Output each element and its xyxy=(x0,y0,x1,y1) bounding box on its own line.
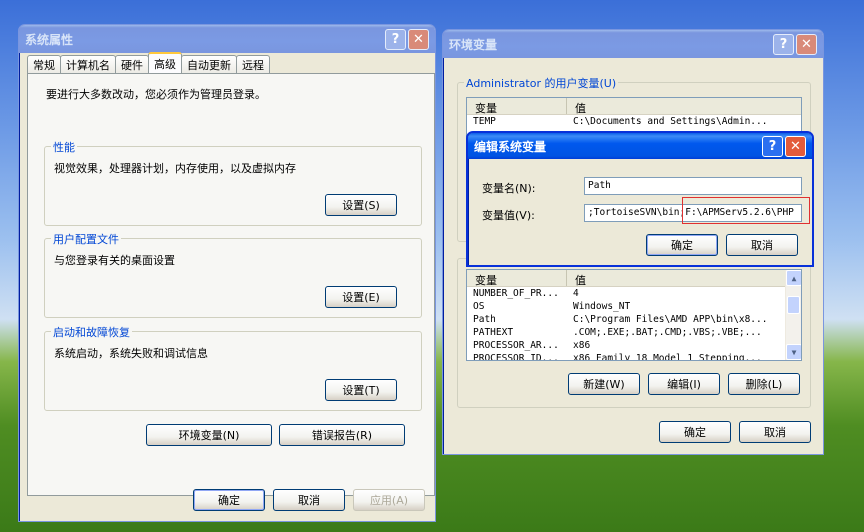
user-variables-label: Administrator 的用户变量(U) xyxy=(464,75,619,91)
variable-value: .COM;.EXE;.BAT;.CMD;.VBS;.VBE;... xyxy=(573,327,762,338)
user-profile-label: 用户配置文件 xyxy=(51,231,121,247)
column-variable[interactable]: 变量 xyxy=(467,98,567,115)
list-item[interactable]: Path C:\Program Files\AMD APP\bin\x8... xyxy=(467,313,801,326)
variable-name: NUMBER_OF_PR... xyxy=(473,288,559,299)
performance-label: 性能 xyxy=(51,139,77,155)
tab-general[interactable]: 常规 xyxy=(27,55,61,73)
system-properties-titlebar[interactable]: 系统属性 ? ✕ xyxy=(19,25,435,53)
list-item[interactable]: PATHEXT .COM;.EXE;.BAT;.CMD;.VBS;.VBE;... xyxy=(467,326,801,339)
user-profile-group: 用户配置文件 与您登录有关的桌面设置 设置(E) xyxy=(44,231,422,318)
ok-button[interactable]: 确定 xyxy=(646,234,718,256)
edit-dialog-titlebar[interactable]: 编辑系统变量 ? ✕ xyxy=(468,133,812,159)
help-button[interactable]: ? xyxy=(762,135,783,157)
column-value[interactable]: 值 xyxy=(567,270,801,287)
highlight-box xyxy=(682,197,810,224)
variable-value-label: 变量值(V): xyxy=(482,209,535,222)
cancel-button[interactable]: 取消 xyxy=(273,489,345,511)
close-button[interactable]: ✕ xyxy=(785,135,806,157)
startup-recovery-text: 系统启动，系统失败和调试信息 xyxy=(54,347,208,360)
user-profile-text: 与您登录有关的桌面设置 xyxy=(54,254,175,267)
ok-button[interactable]: 确定 xyxy=(659,421,731,443)
tab-advanced[interactable]: 高级 xyxy=(148,52,182,73)
list-item[interactable]: PROCESSOR_AR... x86 xyxy=(467,339,801,352)
performance-settings-button[interactable]: 设置(S) xyxy=(325,194,397,216)
variable-value: C:\Program Files\AMD APP\bin\x8... xyxy=(573,314,768,325)
error-reporting-button[interactable]: 错误报告(R) xyxy=(279,424,405,446)
startup-settings-button[interactable]: 设置(T) xyxy=(325,379,397,401)
system-variables-group: 变量 值 NUMBER_OF_PR... 4 OS Windows_NT Path C… xyxy=(457,258,811,408)
dialog-title: 编辑系统变量 xyxy=(474,139,547,154)
advanced-panel: 要进行大多数改动，您必须作为管理员登录。 性能 视觉效果，处理器计划，内存使用，… xyxy=(27,73,435,496)
list-item[interactable]: NUMBER_OF_PR... 4 xyxy=(467,287,801,300)
close-button[interactable]: ✕ xyxy=(408,28,429,50)
edit-variable-button[interactable]: 编辑(I) xyxy=(648,373,720,395)
column-value[interactable]: 值 xyxy=(567,98,801,115)
variable-name: TEMP xyxy=(473,116,496,127)
startup-recovery-label: 启动和故障恢复 xyxy=(51,324,132,340)
tab-computer-name[interactable]: 计算机名 xyxy=(60,55,116,73)
user-profile-settings-button[interactable]: 设置(E) xyxy=(325,286,397,308)
apply-button[interactable]: 应用(A) xyxy=(353,489,425,511)
edit-system-variable-dialog: 编辑系统变量 ? ✕ 变量名(N): Path 变量值(V): ;Tortois… xyxy=(466,131,814,267)
variable-name: OS xyxy=(473,301,485,312)
startup-recovery-group: 启动和故障恢复 系统启动，系统失败和调试信息 设置(T) xyxy=(44,324,422,411)
ok-button[interactable]: 确定 xyxy=(193,489,265,511)
variable-name: PROCESSOR_ID... xyxy=(473,353,559,361)
performance-text: 视觉效果，处理器计划，内存使用，以及虚拟内存 xyxy=(54,162,296,175)
vertical-scrollbar[interactable]: ▲ ▼ xyxy=(785,270,801,360)
cancel-button[interactable]: 取消 xyxy=(739,421,811,443)
variable-name: PROCESSOR_AR... xyxy=(473,340,559,351)
variable-name: Path xyxy=(473,314,496,325)
variable-value: 4 xyxy=(573,288,579,299)
system-properties-window: 系统属性 ? ✕ 常规 计算机名 硬件 高级 自动更新 远程 要进行大多数改动，… xyxy=(18,24,436,522)
list-item[interactable]: PROCESSOR_ID... x86 Family 18 Model 1 Ste… xyxy=(467,352,801,361)
variable-value: C:\Documents and Settings\Admin... xyxy=(573,116,768,127)
variable-name: PATHEXT xyxy=(473,327,514,338)
variable-value: x86 xyxy=(573,340,591,351)
column-variable[interactable]: 变量 xyxy=(467,270,567,287)
performance-group: 性能 视觉效果，处理器计划，内存使用，以及虚拟内存 设置(S) xyxy=(44,139,422,226)
variable-name-label: 变量名(N): xyxy=(482,182,536,195)
scroll-thumb[interactable] xyxy=(787,296,800,314)
tab-hardware[interactable]: 硬件 xyxy=(115,55,149,73)
variable-value: Windows_NT xyxy=(573,301,631,312)
delete-variable-button[interactable]: 删除(L) xyxy=(728,373,800,395)
tab-strip: 常规 计算机名 硬件 高级 自动更新 远程 xyxy=(27,52,270,73)
admin-note: 要进行大多数改动，您必须作为管理员登录。 xyxy=(46,88,266,101)
window-title: 系统属性 xyxy=(25,32,74,47)
list-header: 变量 值 xyxy=(467,270,801,287)
close-button[interactable]: ✕ xyxy=(796,33,817,55)
help-button[interactable]: ? xyxy=(773,33,794,55)
environment-variables-titlebar[interactable]: 环境变量 ? ✕ xyxy=(443,30,823,58)
list-item[interactable]: TEMP C:\Documents and Settings\Admin... xyxy=(467,115,801,128)
tab-remote[interactable]: 远程 xyxy=(236,55,270,73)
scroll-down-icon[interactable]: ▼ xyxy=(786,344,801,360)
system-variables-list[interactable]: 变量 值 NUMBER_OF_PR... 4 OS Windows_NT Path C… xyxy=(466,269,802,361)
list-header: 变量 值 xyxy=(467,98,801,115)
list-item[interactable]: OS Windows_NT xyxy=(467,300,801,313)
environment-variables-button[interactable]: 环境变量(N) xyxy=(146,424,272,446)
new-variable-button[interactable]: 新建(W) xyxy=(568,373,640,395)
tab-auto-update[interactable]: 自动更新 xyxy=(181,55,237,73)
help-button[interactable]: ? xyxy=(385,28,406,50)
cancel-button[interactable]: 取消 xyxy=(726,234,798,256)
scroll-up-icon[interactable]: ▲ xyxy=(786,270,801,286)
variable-value: x86 Family 18 Model 1 Stepping... xyxy=(573,353,762,361)
window-title: 环境变量 xyxy=(449,37,498,52)
variable-name-input[interactable]: Path xyxy=(584,177,802,195)
